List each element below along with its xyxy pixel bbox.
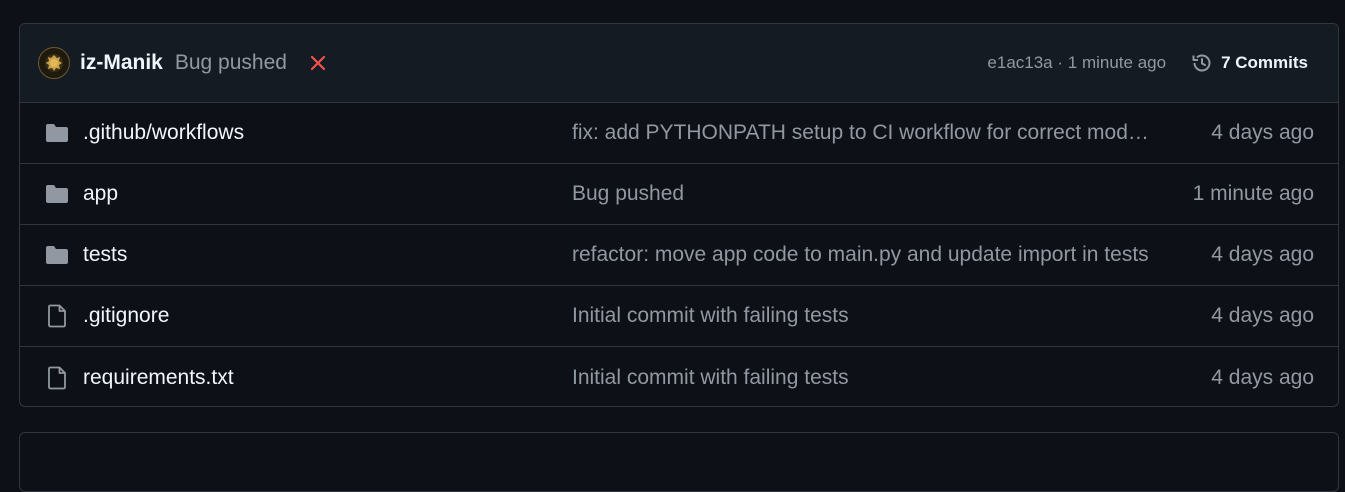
commit-author[interactable]: iz-Manik bbox=[80, 51, 163, 75]
file-row[interactable]: .gitignore Initial commit with failing t… bbox=[20, 286, 1338, 347]
file-row[interactable]: requirements.txt Initial commit with fai… bbox=[20, 347, 1338, 406]
file-browser: iz-Manik Bug pushed e1ac13a · 1 minute a… bbox=[19, 23, 1339, 407]
commit-meta: e1ac13a · 1 minute ago bbox=[987, 53, 1166, 73]
file-commit-time: 4 days ago bbox=[1211, 121, 1314, 144]
folder-icon bbox=[44, 182, 69, 207]
file-row[interactable]: .github/workflows fix: add PYTHONPATH se… bbox=[20, 103, 1338, 164]
file-icon bbox=[44, 304, 69, 329]
file-row[interactable]: tests refactor: move app code to main.py… bbox=[20, 225, 1338, 286]
meta-separator: · bbox=[1057, 53, 1064, 72]
commits-history-link[interactable]: 7 Commits bbox=[1190, 51, 1308, 75]
latest-commit-header: iz-Manik Bug pushed e1ac13a · 1 minute a… bbox=[20, 24, 1338, 103]
readme-panel bbox=[19, 432, 1339, 492]
file-commit-message[interactable]: refactor: move app code to main.py and u… bbox=[572, 243, 1154, 267]
file-commit-message[interactable]: Bug pushed bbox=[572, 182, 1154, 206]
file-commit-time: 4 days ago bbox=[1211, 304, 1314, 327]
commit-time: 1 minute ago bbox=[1067, 53, 1167, 72]
folder-icon bbox=[44, 121, 69, 146]
file-commit-time: 1 minute ago bbox=[1192, 182, 1314, 205]
file-commit-message[interactable]: fix: add PYTHONPATH setup to CI workflow… bbox=[572, 121, 1154, 145]
commit-hash[interactable]: e1ac13a bbox=[987, 53, 1052, 72]
file-commit-message[interactable]: Initial commit with failing tests bbox=[572, 366, 1154, 390]
lion-avatar-icon bbox=[45, 54, 63, 72]
file-commit-message[interactable]: Initial commit with failing tests bbox=[572, 304, 1154, 328]
file-name-link[interactable]: .gitignore bbox=[83, 304, 572, 328]
ci-failure-icon[interactable] bbox=[309, 54, 327, 72]
file-name-link[interactable]: app bbox=[83, 182, 572, 206]
file-commit-time: 4 days ago bbox=[1211, 365, 1314, 389]
file-name-link[interactable]: requirements.txt bbox=[83, 366, 572, 390]
file-commit-time: 4 days ago bbox=[1211, 243, 1314, 266]
author-avatar[interactable] bbox=[38, 47, 70, 79]
commit-message[interactable]: Bug pushed bbox=[175, 51, 287, 75]
file-icon bbox=[44, 365, 69, 390]
history-icon bbox=[1192, 54, 1211, 72]
commits-count-label: 7 Commits bbox=[1221, 53, 1308, 72]
folder-icon bbox=[44, 243, 69, 268]
file-row[interactable]: app Bug pushed 1 minute ago bbox=[20, 164, 1338, 225]
file-name-link[interactable]: .github/workflows bbox=[83, 121, 572, 145]
file-name-link[interactable]: tests bbox=[83, 243, 572, 267]
